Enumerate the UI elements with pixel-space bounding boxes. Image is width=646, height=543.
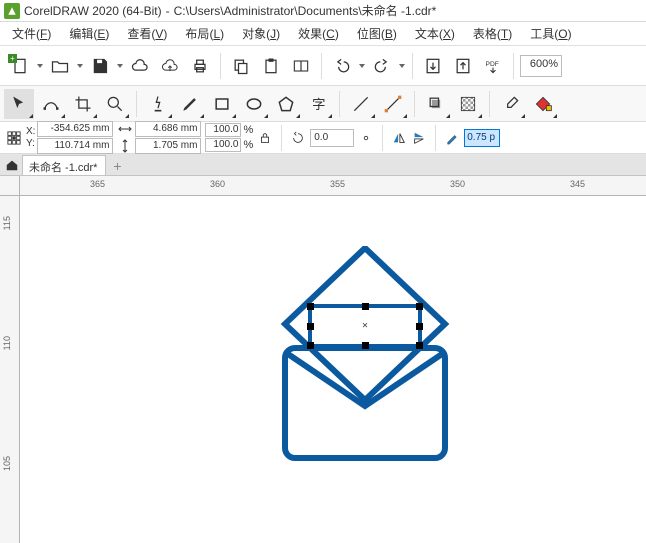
- rotation-center-icon[interactable]: [358, 130, 374, 146]
- menu-edit[interactable]: 编辑(E): [61, 22, 117, 45]
- y-label: Y:: [26, 138, 35, 149]
- height-input[interactable]: 1.705 mm: [135, 138, 201, 154]
- new-document-button[interactable]: +: [6, 52, 34, 80]
- polygon-tool[interactable]: [271, 89, 301, 119]
- menu-bitmap[interactable]: 位图(B): [349, 22, 405, 45]
- rotation-input[interactable]: 0.0: [310, 129, 354, 147]
- object-origin-icon[interactable]: [6, 130, 22, 146]
- transparency-tool[interactable]: [453, 89, 483, 119]
- menu-file[interactable]: 文件(F): [4, 22, 59, 45]
- ellipse-tool[interactable]: [239, 89, 269, 119]
- publish-pdf-button[interactable]: PDF: [479, 52, 507, 80]
- save-button[interactable]: [86, 52, 114, 80]
- mirror-vertical-button[interactable]: [411, 130, 427, 146]
- tab-label: 未命名 -1.cdr*: [29, 159, 97, 175]
- selection-bounds[interactable]: ×: [310, 306, 420, 346]
- menu-text[interactable]: 文本(X): [407, 22, 463, 45]
- rectangle-tool[interactable]: [207, 89, 237, 119]
- home-icon[interactable]: [4, 157, 20, 173]
- scale-x-input[interactable]: 100.0: [205, 123, 241, 137]
- print-button[interactable]: [186, 52, 214, 80]
- handle-middle-left[interactable]: [307, 323, 314, 330]
- save-dropdown[interactable]: [116, 52, 124, 80]
- mirror-horizontal-button[interactable]: [391, 130, 407, 146]
- handle-middle-right[interactable]: [416, 323, 423, 330]
- redo-button[interactable]: [368, 52, 396, 80]
- handle-bottom-middle[interactable]: [362, 342, 369, 349]
- add-tab-button[interactable]: +: [108, 157, 126, 175]
- export-button[interactable]: [449, 52, 477, 80]
- menu-effect[interactable]: 效果(C): [290, 22, 347, 45]
- y-position-input[interactable]: 110.714 mm: [37, 138, 113, 154]
- open-dropdown[interactable]: [76, 52, 84, 80]
- shape-tool[interactable]: [36, 89, 66, 119]
- lock-ratio-button[interactable]: [257, 130, 273, 146]
- undo-button[interactable]: [328, 52, 356, 80]
- canvas[interactable]: ×: [20, 196, 646, 543]
- menu-layout[interactable]: 布局(L): [177, 22, 232, 45]
- cloud-button[interactable]: [126, 52, 154, 80]
- width-input[interactable]: 4.686 mm: [135, 121, 201, 137]
- artistic-media-tool[interactable]: [175, 89, 205, 119]
- zoom-tool[interactable]: [100, 89, 130, 119]
- handle-top-middle[interactable]: [362, 303, 369, 310]
- outline-width-input[interactable]: 0.75 p: [464, 129, 500, 147]
- crop-tool[interactable]: [68, 89, 98, 119]
- selection-center-icon: ×: [362, 321, 368, 332]
- workspace: 365 360 355 350 345 115 110 105: [0, 176, 646, 543]
- rotation-icon: [290, 130, 306, 146]
- connector-tool[interactable]: [378, 89, 408, 119]
- ruler-vertical[interactable]: 115 110 105: [0, 196, 20, 543]
- duplicate-button[interactable]: [287, 52, 315, 80]
- title-bar: CorelDRAW 2020 (64-Bit) - C:\Users\Admin…: [0, 0, 646, 22]
- menu-table[interactable]: 表格(T): [465, 22, 520, 45]
- toolbox: 字: [0, 86, 646, 122]
- text-tool[interactable]: 字: [303, 89, 333, 119]
- menu-bar: 文件(F) 编辑(E) 查看(V) 布局(L) 对象(J) 效果(C) 位图(B…: [0, 22, 646, 46]
- undo-dropdown[interactable]: [358, 52, 366, 80]
- svg-text:字: 字: [312, 97, 325, 112]
- title-path: C:\Users\Administrator\Documents\未命名 -1.…: [174, 2, 437, 19]
- menu-view[interactable]: 查看(V): [119, 22, 175, 45]
- property-bar: X: Y: -354.625 mm 110.714 mm 4.686 mm 1.…: [0, 122, 646, 154]
- app-logo-icon: [4, 3, 20, 19]
- open-button[interactable]: [46, 52, 74, 80]
- outline-pen-icon[interactable]: [444, 130, 460, 146]
- standard-toolbar: + PDF 600%: [0, 46, 646, 86]
- title-app: CorelDRAW 2020 (64-Bit): [24, 4, 162, 18]
- parallel-dimension-tool[interactable]: [346, 89, 376, 119]
- document-tab-bar: 未命名 -1.cdr* +: [0, 154, 646, 176]
- menu-tools[interactable]: 工具(O): [522, 22, 579, 45]
- ruler-horizontal[interactable]: 365 360 355 350 345: [20, 176, 646, 196]
- document-tab-active[interactable]: 未命名 -1.cdr*: [22, 155, 106, 175]
- height-icon: [117, 138, 133, 154]
- menu-object[interactable]: 对象(J): [234, 22, 288, 45]
- pick-tool[interactable]: [4, 89, 34, 119]
- x-position-input[interactable]: -354.625 mm: [37, 121, 113, 137]
- width-icon: [117, 121, 133, 137]
- ruler-corner[interactable]: [0, 176, 20, 196]
- redo-dropdown[interactable]: [398, 52, 406, 80]
- copy-button[interactable]: [227, 52, 255, 80]
- eyedropper-tool[interactable]: [496, 89, 526, 119]
- svg-text:PDF: PDF: [486, 61, 499, 68]
- drop-shadow-tool[interactable]: [421, 89, 451, 119]
- handle-top-right[interactable]: [416, 303, 423, 310]
- freehand-tool[interactable]: [143, 89, 173, 119]
- cloud-upload-button[interactable]: [156, 52, 184, 80]
- handle-bottom-right[interactable]: [416, 342, 423, 349]
- new-document-dropdown[interactable]: [36, 52, 44, 80]
- paste-button[interactable]: [257, 52, 285, 80]
- x-label: X:: [26, 126, 35, 137]
- scale-y-input[interactable]: 100.0: [205, 138, 241, 152]
- interactive-fill-tool[interactable]: [528, 89, 558, 119]
- import-button[interactable]: [419, 52, 447, 80]
- handle-bottom-left[interactable]: [307, 342, 314, 349]
- handle-top-left[interactable]: [307, 303, 314, 310]
- zoom-level-input[interactable]: 600%: [520, 55, 562, 77]
